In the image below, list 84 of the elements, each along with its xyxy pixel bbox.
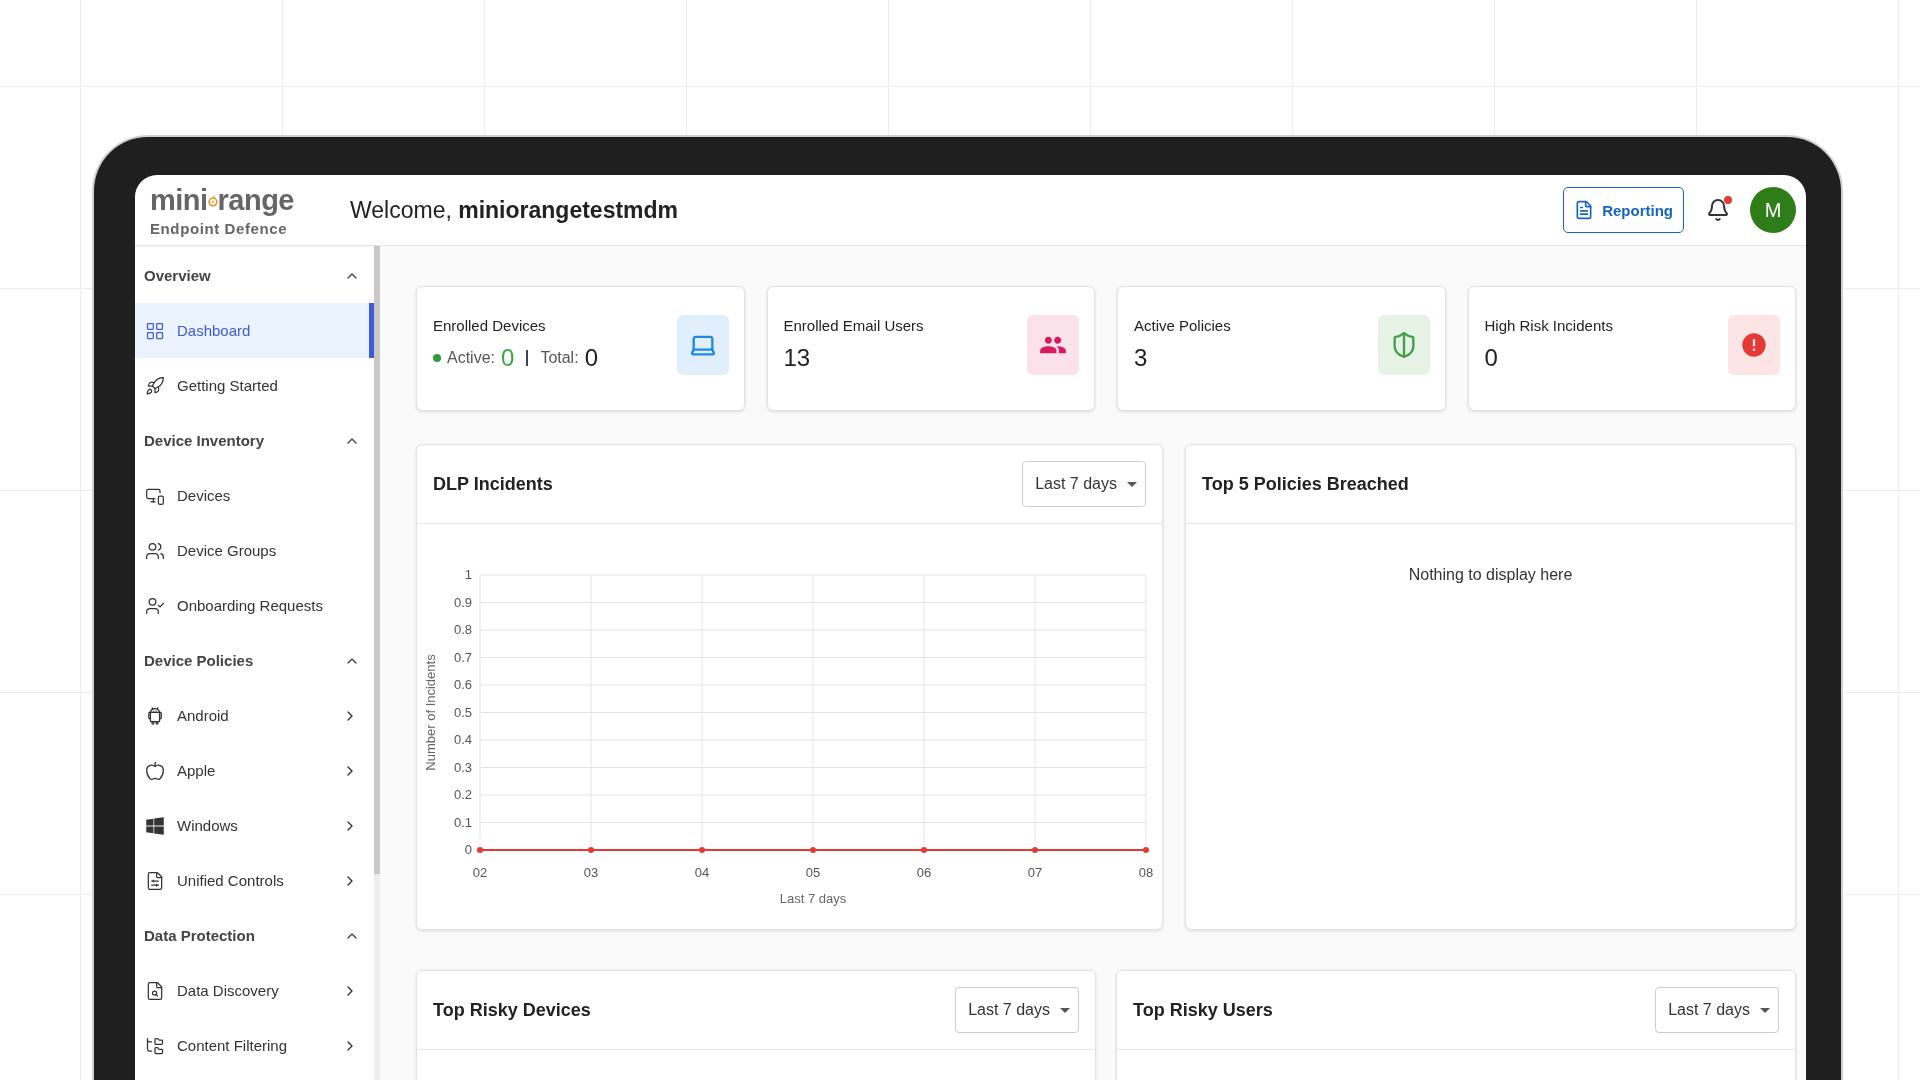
y-tick-label: 0.5 xyxy=(453,704,472,720)
document-icon xyxy=(1574,200,1595,220)
sidebar-item[interactable]: Devices xyxy=(135,468,374,523)
tree-icon xyxy=(145,1035,165,1056)
data-point xyxy=(699,847,705,853)
y-tick-label: 0.9 xyxy=(453,594,472,610)
sidebar-item[interactable]: Windows xyxy=(135,798,374,853)
sidebar-item[interactable]: Data Discovery xyxy=(135,963,374,1018)
y-tick-label: 0 xyxy=(464,842,472,857)
stat-title: Enrolled Email Users xyxy=(783,317,924,334)
document-sliders-icon xyxy=(145,870,165,891)
sidebar-item[interactable]: Unified Controls xyxy=(135,853,374,908)
stat-label: Active: xyxy=(447,349,495,367)
windows-icon xyxy=(145,815,165,836)
sidebar-item[interactable]: Apple xyxy=(135,743,374,798)
scrollbar[interactable] xyxy=(374,246,380,1080)
y-tick-label: 0.2 xyxy=(453,787,472,802)
y-tick-label: 0.1 xyxy=(453,814,472,830)
welcome-message: Welcome, miniorangetestmdm xyxy=(350,196,680,224)
panel-title: DLP Incidents xyxy=(433,473,553,495)
notifications-button[interactable] xyxy=(1706,198,1730,222)
x-tick-label: 05 xyxy=(805,865,821,880)
logo-tagline: Endpoint Defence xyxy=(150,219,289,237)
x-tick-label: 03 xyxy=(583,865,599,880)
reporting-button[interactable]: Reporting xyxy=(1563,187,1684,233)
stat-title: Enrolled Devices xyxy=(433,317,547,334)
range-dropdown[interactable]: Last 7 days xyxy=(955,987,1079,1033)
panel-title: Top 5 Policies Breached xyxy=(1202,473,1409,495)
data-point xyxy=(588,847,594,853)
y-axis-title: Number of Incidents xyxy=(423,654,438,771)
sidebar-item[interactable]: Getting Started xyxy=(135,358,374,413)
stat-label: Total: xyxy=(540,349,579,367)
logo-text: mini xyxy=(150,186,208,215)
caret-icon xyxy=(1760,1007,1770,1013)
stat-title: High Risk Incidents xyxy=(1484,317,1613,334)
apple-icon xyxy=(145,760,165,781)
stat-value: 13 xyxy=(783,346,812,370)
stat-title: Active Policies xyxy=(1134,317,1231,334)
sidebar-section-header[interactable]: Device Inventory xyxy=(135,413,374,468)
stat-value: 3 xyxy=(1134,346,1149,370)
user-avatar[interactable]: M xyxy=(1750,187,1796,233)
stat-value: 0 xyxy=(1484,346,1499,370)
users-icon xyxy=(145,540,165,561)
sidebar-section-header[interactable]: Device Policies xyxy=(135,633,374,688)
range-dropdown[interactable]: Last 7 days xyxy=(1655,987,1779,1033)
y-tick-label: 0.8 xyxy=(453,622,472,637)
stat-value: 0 xyxy=(584,346,598,370)
x-axis-title: Last 7 days xyxy=(779,891,847,906)
logo-text: range xyxy=(217,186,294,215)
data-point xyxy=(1143,847,1149,853)
x-tick-label: 06 xyxy=(916,865,932,880)
panel-title: Top Risky Users xyxy=(1133,999,1273,1021)
empty-message: Nothing to display here xyxy=(1408,566,1573,584)
android-icon xyxy=(145,705,165,726)
x-tick-label: 04 xyxy=(694,865,710,880)
data-point xyxy=(921,847,927,853)
sidebar-item[interactable]: Onboarding Requests xyxy=(135,578,374,633)
sidebar-item[interactable]: Device Groups xyxy=(135,523,374,578)
sidebar-item[interactable]: Content Filtering xyxy=(135,1018,374,1073)
dashboard-icon xyxy=(145,320,165,341)
data-point xyxy=(477,847,483,853)
sidebar-section-header[interactable]: Overview xyxy=(135,248,374,303)
caret-icon xyxy=(1060,1007,1070,1013)
user-check-icon xyxy=(145,595,165,616)
y-tick-label: 0.6 xyxy=(453,677,472,692)
y-tick-label: 0.3 xyxy=(453,759,472,775)
caret-icon xyxy=(1127,481,1137,487)
file-search-icon xyxy=(145,980,165,1001)
range-dropdown[interactable]: Last 7 days xyxy=(1022,461,1146,507)
y-tick-label: 1 xyxy=(464,567,472,582)
x-tick-label: 02 xyxy=(472,865,488,880)
stat-value: 0 xyxy=(501,346,515,370)
sidebar-item[interactable]: Android xyxy=(135,688,374,743)
y-tick-label: 0.7 xyxy=(453,649,472,665)
x-tick-label: 07 xyxy=(1027,865,1043,880)
sidebar-item[interactable]: Dashboard xyxy=(135,303,374,358)
rocket-icon xyxy=(145,375,165,396)
y-tick-label: 0.4 xyxy=(453,732,472,747)
data-point xyxy=(810,847,816,853)
x-tick-label: 08 xyxy=(1138,865,1154,880)
panel-title: Top Risky Devices xyxy=(433,999,591,1021)
status-dot xyxy=(433,354,441,362)
data-point xyxy=(1032,847,1038,853)
sidebar-section-header[interactable]: Data Protection xyxy=(135,908,374,963)
